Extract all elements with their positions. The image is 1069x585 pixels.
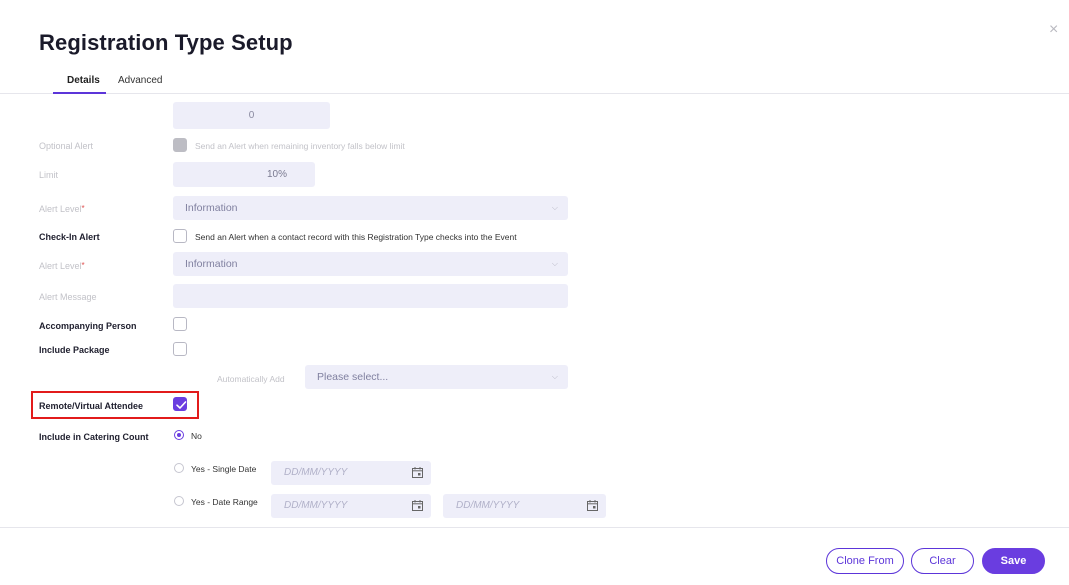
checkmark-icon bbox=[176, 401, 187, 409]
single-date-input[interactable]: DD/MM/YYYY bbox=[271, 461, 431, 485]
include-package-label: Include Package bbox=[39, 345, 110, 355]
automatically-add-label: Automatically Add bbox=[217, 374, 285, 384]
catering-date-range-radio[interactable] bbox=[174, 496, 184, 506]
inventory-input[interactable]: 0 bbox=[173, 102, 330, 129]
include-package-checkbox[interactable] bbox=[173, 342, 187, 356]
calendar-icon[interactable] bbox=[412, 500, 423, 511]
active-tab-indicator bbox=[53, 92, 106, 94]
modal-title: Registration Type Setup bbox=[39, 30, 293, 55]
footer-divider bbox=[0, 527, 1069, 528]
catering-date-range-label: Yes - Date Range bbox=[191, 497, 258, 507]
limit-label: Limit bbox=[39, 170, 59, 180]
limit-input[interactable]: 10% bbox=[173, 162, 315, 187]
checkin-alert-label: Check-In Alert bbox=[39, 232, 100, 242]
catering-count-label: Include in Catering Count bbox=[39, 432, 149, 442]
chevron-down-icon: ⌵ bbox=[551, 372, 558, 381]
clear-button[interactable]: Clear bbox=[911, 548, 974, 574]
catering-single-date-label: Yes - Single Date bbox=[191, 464, 257, 474]
accompanying-person-label: Accompanying Person bbox=[39, 321, 137, 331]
chevron-down-icon: ⌵ bbox=[551, 259, 558, 268]
chevron-down-icon: ⌵ bbox=[551, 203, 558, 212]
alert-level-label-2: Alert Level* bbox=[39, 261, 85, 271]
alert-level-select-2[interactable]: Information ⌵ bbox=[173, 252, 568, 276]
alert-message-input[interactable] bbox=[173, 284, 568, 308]
save-button[interactable]: Save bbox=[982, 548, 1045, 574]
calendar-icon[interactable] bbox=[412, 467, 423, 478]
alert-level-label: Alert Level* bbox=[39, 204, 85, 214]
automatically-add-select[interactable]: Please select... ⌵ bbox=[305, 365, 568, 389]
catering-no-label: No bbox=[191, 431, 202, 441]
checkin-alert-text: Send an Alert when a contact record with… bbox=[195, 232, 517, 242]
alert-message-label: Alert Message bbox=[39, 292, 97, 302]
tab-advanced[interactable]: Advanced bbox=[118, 75, 162, 86]
accompanying-person-checkbox[interactable] bbox=[173, 317, 187, 331]
tab-bar: Details Advanced bbox=[0, 68, 1069, 94]
checkin-alert-checkbox[interactable] bbox=[173, 229, 187, 243]
clone-from-button[interactable]: Clone From bbox=[826, 548, 904, 574]
calendar-icon[interactable] bbox=[587, 500, 598, 511]
remote-virtual-label: Remote/Virtual Attendee bbox=[39, 401, 144, 411]
optional-alert-text: Send an Alert when remaining inventory f… bbox=[195, 141, 405, 151]
remote-virtual-checkbox[interactable] bbox=[173, 397, 187, 411]
catering-single-date-radio[interactable] bbox=[174, 463, 184, 473]
close-icon[interactable]: × bbox=[1049, 22, 1058, 38]
date-range-start-input[interactable]: DD/MM/YYYY bbox=[271, 494, 431, 518]
tab-details[interactable]: Details bbox=[67, 75, 100, 86]
optional-alert-checkbox[interactable] bbox=[173, 138, 187, 152]
catering-no-radio[interactable] bbox=[174, 430, 184, 440]
optional-alert-label: Optional Alert bbox=[39, 141, 94, 151]
date-range-end-input[interactable]: DD/MM/YYYY bbox=[443, 494, 606, 518]
alert-level-select[interactable]: Information ⌵ bbox=[173, 196, 568, 220]
